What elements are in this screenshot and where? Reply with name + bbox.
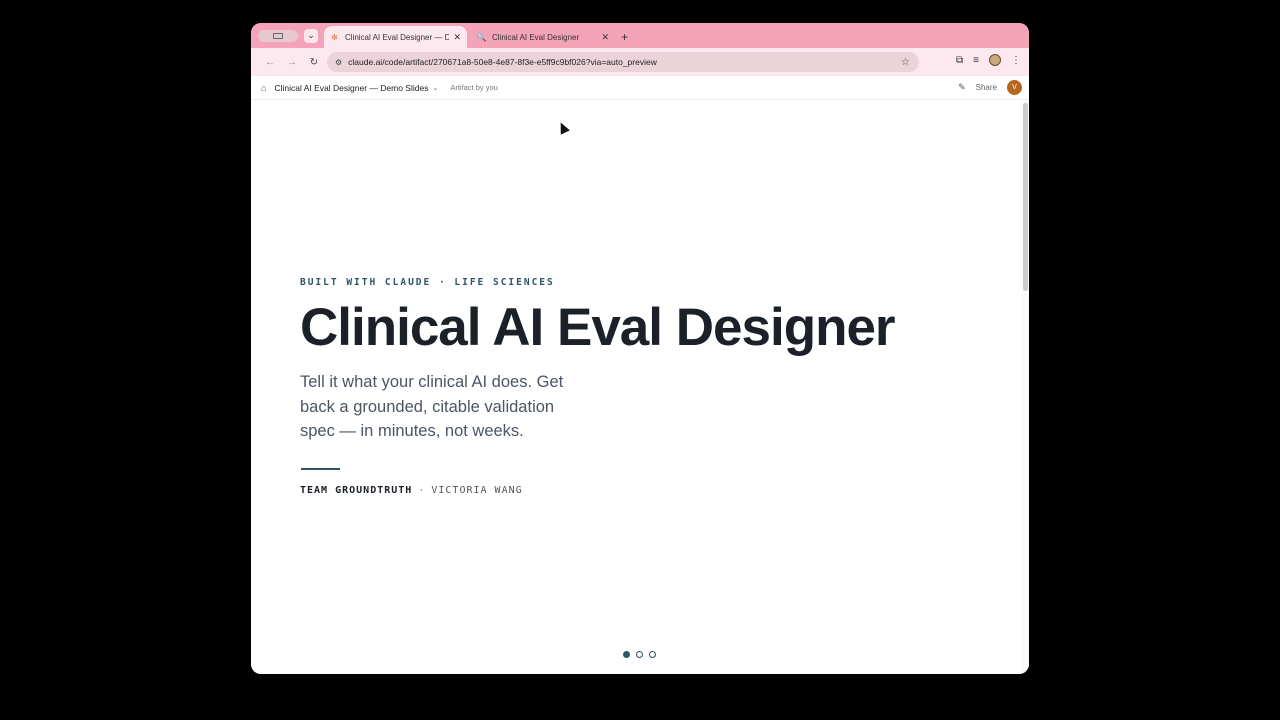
slide-eyebrow: BUILT WITH CLAUDE · LIFE SCIENCES	[300, 277, 555, 288]
media-controls-icon[interactable]: ≡	[973, 55, 979, 66]
artifact-header: ⌂ Clinical AI Eval Designer — Demo Slide…	[251, 76, 1029, 100]
close-icon[interactable]: ✕	[453, 32, 461, 43]
slide-dot-2[interactable]	[636, 651, 643, 658]
tab-active[interactable]: ✻ Clinical AI Eval Designer — De ✕	[324, 26, 467, 48]
divider	[301, 468, 340, 470]
profile-avatar[interactable]	[989, 54, 1001, 66]
separator: ·	[418, 485, 426, 496]
chevron-down-icon[interactable]: ⌄	[432, 84, 438, 92]
team-name: TEAM GROUNDTRUTH	[300, 485, 413, 496]
address-bar[interactable]: ⚙ claude.ai/code/artifact/270671a8-50e8-…	[327, 52, 919, 72]
slide-pagination	[623, 651, 656, 658]
tab-strip: ⌄ ✻ Clinical AI Eval Designer — De ✕ 🔍 C…	[251, 23, 1029, 48]
team-credit: TEAM GROUNDTRUTH · VICTORIA WANG	[300, 485, 523, 496]
artifact-byline: Artifact by you	[450, 83, 498, 92]
tab-inactive[interactable]: 🔍 Clinical AI Eval Designer ✕	[471, 26, 615, 48]
tab-title: Clinical AI Eval Designer — De	[345, 32, 450, 42]
back-icon[interactable]: ←	[259, 57, 281, 68]
window-switcher-button[interactable]	[258, 29, 298, 42]
window-icon	[273, 32, 283, 39]
slide-content: BUILT WITH CLAUDE · LIFE SCIENCES Clinic…	[251, 101, 1021, 674]
artifact-icon: ⌂	[261, 82, 267, 93]
slide-title: Clinical AI Eval Designer	[300, 298, 896, 357]
avatar[interactable]: V	[1007, 80, 1022, 95]
tab-search-button[interactable]: ⌄	[304, 28, 318, 43]
browser-window: ⌄ ✻ Clinical AI Eval Designer — De ✕ 🔍 C…	[251, 23, 1029, 674]
forward-icon[interactable]: →	[281, 57, 303, 68]
chevron-down-icon: ⌄	[307, 30, 315, 40]
bookmark-star-icon[interactable]: ☆	[901, 57, 910, 68]
more-menu-icon[interactable]: ⋮	[1011, 55, 1021, 66]
author-name: VICTORIA WANG	[431, 485, 523, 496]
slide-subtitle: Tell it what your clinical AI does. Get …	[300, 373, 564, 440]
browser-toolbar: ← → ↻ ⚙ claude.ai/code/artifact/270671a8…	[251, 48, 1029, 76]
artifact-title[interactable]: Clinical AI Eval Designer — Demo Slides	[274, 83, 428, 93]
claude-icon: ✻	[331, 32, 338, 42]
site-info-icon[interactable]: ⚙	[335, 58, 342, 67]
slide-dot-1[interactable]	[623, 651, 630, 658]
slide-dot-3[interactable]	[649, 651, 656, 658]
url-text: claude.ai/code/artifact/270671a8-50e8-4e…	[348, 57, 657, 67]
scrollbar-thumb[interactable]	[1023, 103, 1028, 291]
share-button[interactable]: Share	[976, 83, 997, 92]
edit-icon[interactable]: ✎	[958, 82, 966, 93]
search-icon: 🔍	[476, 32, 487, 42]
extensions-icon[interactable]: ⧉	[956, 55, 963, 66]
close-icon[interactable]: ✕	[601, 32, 609, 43]
tab-title: Clinical AI Eval Designer	[492, 32, 580, 42]
reload-icon[interactable]: ↻	[303, 57, 325, 68]
new-tab-button[interactable]: +	[621, 30, 628, 44]
